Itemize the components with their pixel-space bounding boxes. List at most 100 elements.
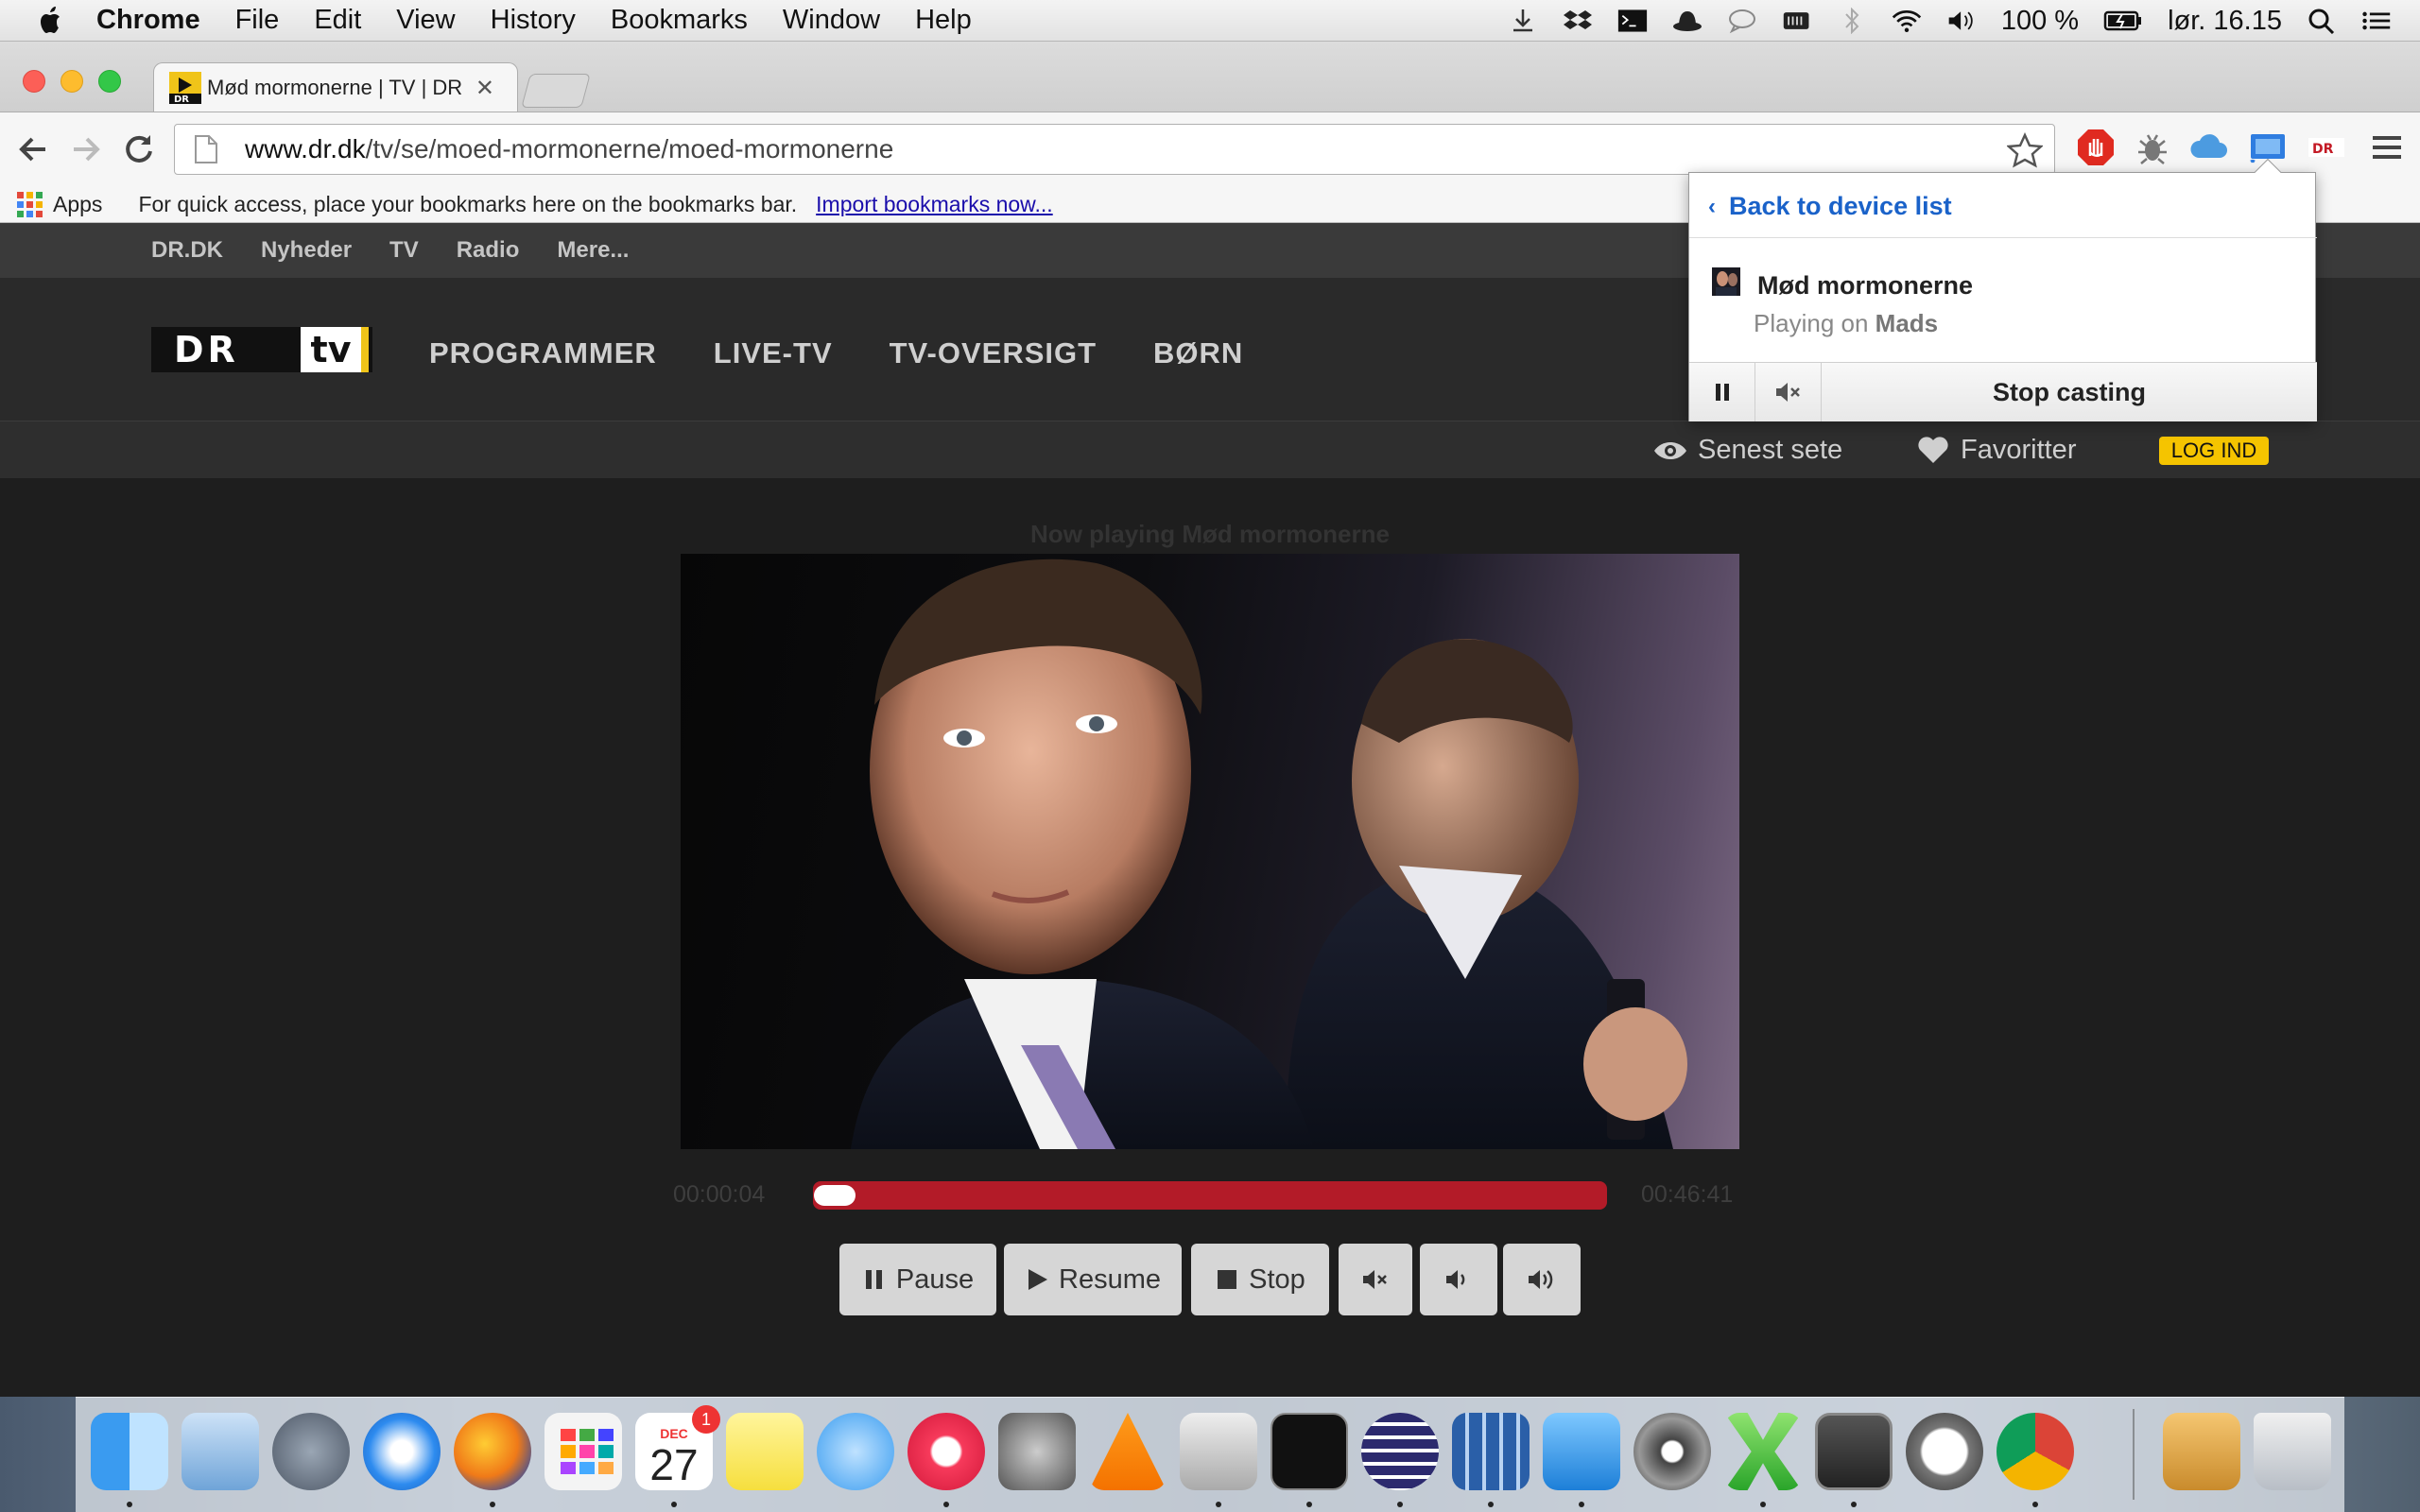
forward-arrow-icon[interactable] [64,128,108,171]
word-icon[interactable] [1543,1413,1620,1490]
cast-media-title: Mød mormonerne [1757,271,1974,300]
resume-button[interactable]: Resume [1004,1244,1182,1315]
progress-bar[interactable] [813,1181,1607,1210]
battery-app-icon[interactable] [1782,8,1812,34]
login-button[interactable]: LOG IND [2159,437,2269,465]
dock: DEC 27 1 [76,1397,2344,1512]
notes-icon[interactable] [726,1413,804,1490]
recently-watched-link[interactable]: Senest sete [1652,435,1842,466]
nav-live-tv[interactable]: LIVE-TV [714,336,833,370]
terminal-status-icon[interactable] [1617,8,1648,34]
launchpad-icon[interactable] [272,1413,350,1490]
firefox-icon[interactable] [454,1413,531,1490]
import-bookmarks-link[interactable]: Import bookmarks now... [816,192,1053,217]
back-arrow-icon[interactable] [11,128,55,171]
menu-edit[interactable]: Edit [314,5,361,36]
activity-icon[interactable] [1452,1413,1530,1490]
mute-button[interactable] [1339,1244,1412,1315]
eclipse-icon[interactable] [1361,1413,1439,1490]
favorites-link[interactable]: Favoritter [1915,435,2076,466]
bug-extension-icon[interactable] [2133,128,2172,167]
address-bar[interactable]: www.dr.dk/tv/se/moed-mormonerne/moed-mor… [174,124,2055,175]
pause-label: Pause [895,1263,975,1295]
minimize-window-button[interactable] [60,70,83,93]
chrome-menu-icon[interactable] [2367,128,2407,167]
launchpad-grid-icon[interactable] [544,1413,622,1490]
stop-casting-button[interactable]: Stop casting [1822,363,2317,421]
video-frame[interactable] [681,554,1739,1149]
nav-dr-dk[interactable]: DR.DK [151,237,223,264]
zoom-window-button[interactable] [98,70,121,93]
menu-view[interactable]: View [396,5,455,36]
menu-help[interactable]: Help [915,5,972,36]
tab-close-icon[interactable]: ✕ [475,75,494,102]
system-preferences-icon[interactable] [998,1413,1076,1490]
nav-programmer[interactable]: PROGRAMMER [429,336,657,370]
menu-window[interactable]: Window [783,5,880,36]
nav-mere[interactable]: Mere... [557,237,629,264]
new-tab-button[interactable] [521,74,591,108]
sublime-icon[interactable] [1815,1413,1893,1490]
menu-file[interactable]: File [235,5,280,36]
dr-tv-logo[interactable]: DR tv [151,327,372,372]
close-window-button[interactable] [23,70,45,93]
nav-radio[interactable]: Radio [457,237,520,264]
download-status-icon[interactable] [1508,8,1538,34]
apple-icon[interactable] [38,6,64,36]
battery-percentage[interactable]: 100 % [2001,6,2079,37]
playing-on-label: Playing on [1754,309,1869,337]
running-indicator [1306,1502,1312,1507]
cast-mute-button[interactable] [1755,363,1822,421]
svg-text:DR: DR [2312,142,2334,157]
notification-center-icon[interactable] [2361,8,2392,34]
nav-nyheder[interactable]: Nyheder [261,237,352,264]
chrome-icon[interactable] [1996,1413,2074,1490]
url-path: /tv/se/moed-mormonerne/moed-mormonerne [365,134,894,163]
safari-icon[interactable] [363,1413,441,1490]
menu-history[interactable]: History [491,5,576,36]
menu-app-chrome[interactable]: Chrome [96,5,200,36]
volume-up-button[interactable] [1503,1244,1581,1315]
terminal-icon[interactable] [1270,1413,1348,1490]
incognito-hat-icon[interactable] [1672,8,1703,34]
bluetooth-icon[interactable] [1837,8,1867,34]
trash-icon[interactable] [2254,1413,2331,1490]
nav-tv[interactable]: TV [389,237,419,264]
wifi-icon[interactable] [1892,8,1922,34]
nav-tv-oversigt[interactable]: TV-OVERSIGT [890,336,1097,370]
battery-icon[interactable] [2103,8,2143,34]
progress-handle[interactable] [814,1185,856,1206]
bookmark-star-icon[interactable] [2007,132,2043,168]
menu-bookmarks[interactable]: Bookmarks [611,5,748,36]
apps-grid-icon[interactable] [17,191,43,218]
volume-icon[interactable] [1946,8,1977,34]
messages-status-icon[interactable] [1727,8,1757,34]
clock[interactable]: lør. 16.15 [2168,6,2282,37]
spotlight-search-icon[interactable] [2307,8,2337,34]
reload-icon[interactable] [117,128,161,171]
cloud-extension-icon[interactable] [2189,128,2229,167]
excel-icon[interactable] [1724,1413,1802,1490]
messages-icon[interactable] [817,1413,894,1490]
volume-down-button[interactable] [1420,1244,1497,1315]
cast-pause-button[interactable] [1689,363,1755,421]
mail-icon[interactable] [182,1413,259,1490]
dropbox-icon[interactable] [1563,8,1593,34]
itunes-icon[interactable] [908,1413,985,1490]
pause-button[interactable]: Pause [839,1244,996,1315]
transmission-icon[interactable] [1180,1413,1257,1490]
adblock-extension-icon[interactable] [2076,128,2116,167]
sequel-icon[interactable] [1906,1413,1983,1490]
svg-text:DR: DR [174,94,189,104]
calendar-icon[interactable]: DEC 27 1 [635,1405,720,1490]
camera-icon[interactable] [1634,1413,1711,1490]
finder-icon[interactable] [91,1413,168,1490]
tab-active[interactable]: DR Mød mormonerne | TV | DR ✕ [153,62,518,112]
dr-extension-icon[interactable]: DR [2307,128,2346,167]
stop-button[interactable]: Stop [1191,1244,1329,1315]
apps-shortcut[interactable]: Apps [53,192,102,217]
vlc-icon[interactable] [1089,1413,1167,1490]
downloads-icon[interactable] [2163,1413,2240,1490]
back-to-device-list-link[interactable]: ‹ Back to device list [1708,192,1952,221]
nav-born[interactable]: BØRN [1153,336,1243,370]
